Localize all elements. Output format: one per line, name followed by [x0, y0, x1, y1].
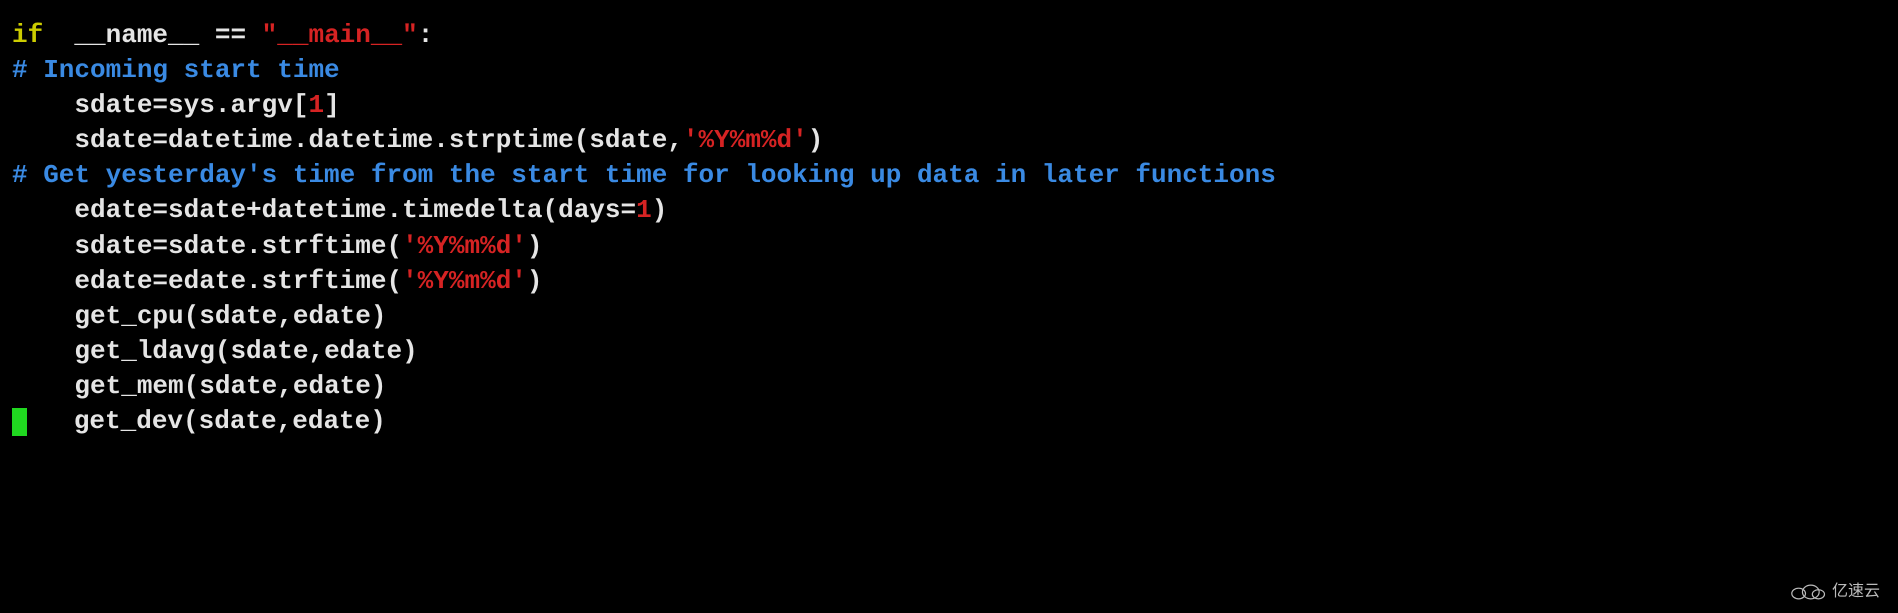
indent — [12, 301, 74, 331]
indent — [27, 406, 74, 436]
watermark-text: 亿速云 — [1832, 581, 1880, 603]
code-line-12: get_dev(sdate,edate) — [12, 404, 1886, 439]
code-line-2: # Incoming start time — [12, 53, 1886, 88]
code-text: ) — [527, 231, 543, 261]
string-literal: '%Y%m%d' — [683, 125, 808, 155]
code-text: get_mem(sdate,edate) — [74, 371, 386, 401]
code-text: edate=sdate+datetime.timedelta(days= — [74, 195, 636, 225]
code-line-9: get_cpu(sdate,edate) — [12, 299, 1886, 334]
indent — [12, 231, 74, 261]
code-line-8: edate=edate.strftime('%Y%m%d') — [12, 264, 1886, 299]
code-line-11: get_mem(sdate,edate) — [12, 369, 1886, 404]
code-line-3: sdate=sys.argv[1] — [12, 88, 1886, 123]
indent — [12, 125, 74, 155]
indent — [12, 266, 74, 296]
code-text: get_dev(sdate,edate) — [74, 406, 386, 436]
code-text: ) — [808, 125, 824, 155]
code-line-4: sdate=datetime.datetime.strptime(sdate,'… — [12, 123, 1886, 158]
code-text: ) — [527, 266, 543, 296]
code-line-5: # Get yesterday's time from the start ti… — [12, 158, 1886, 193]
indent — [12, 90, 74, 120]
keyword-if: if — [12, 20, 43, 50]
code-text: __name__ == — [43, 20, 261, 50]
code-text: sdate=sys.argv[ — [74, 90, 308, 120]
code-text: ) — [652, 195, 668, 225]
code-text: get_cpu(sdate,edate) — [74, 301, 386, 331]
cursor-icon — [12, 408, 27, 436]
number-literal: 1 — [308, 90, 324, 120]
string-literal: '%Y%m%d' — [402, 231, 527, 261]
number-literal: 1 — [636, 195, 652, 225]
code-text: edate=edate.strftime( — [74, 266, 402, 296]
code-line-1: if __name__ == "__main__": — [12, 18, 1886, 53]
code-line-10: get_ldavg(sdate,edate) — [12, 334, 1886, 369]
code-block: if __name__ == "__main__": # Incoming st… — [12, 18, 1886, 439]
string-literal: '%Y%m%d' — [402, 266, 527, 296]
indent — [12, 336, 74, 366]
comment: # Incoming start time — [12, 55, 340, 85]
code-text: sdate=sdate.strftime( — [74, 231, 402, 261]
code-text: sdate=datetime.datetime.strptime(sdate, — [74, 125, 683, 155]
code-text: ] — [324, 90, 340, 120]
watermark: 亿速云 — [1788, 581, 1880, 603]
code-line-7: sdate=sdate.strftime('%Y%m%d') — [12, 229, 1886, 264]
comment: # Get yesterday's time from the start ti… — [12, 160, 1276, 190]
indent — [12, 195, 74, 225]
cloud-icon — [1788, 582, 1826, 602]
code-text: : — [418, 20, 434, 50]
indent — [12, 371, 74, 401]
code-line-6: edate=sdate+datetime.timedelta(days=1) — [12, 193, 1886, 228]
code-text: get_ldavg(sdate,edate) — [74, 336, 417, 366]
string-literal: "__main__" — [262, 20, 418, 50]
